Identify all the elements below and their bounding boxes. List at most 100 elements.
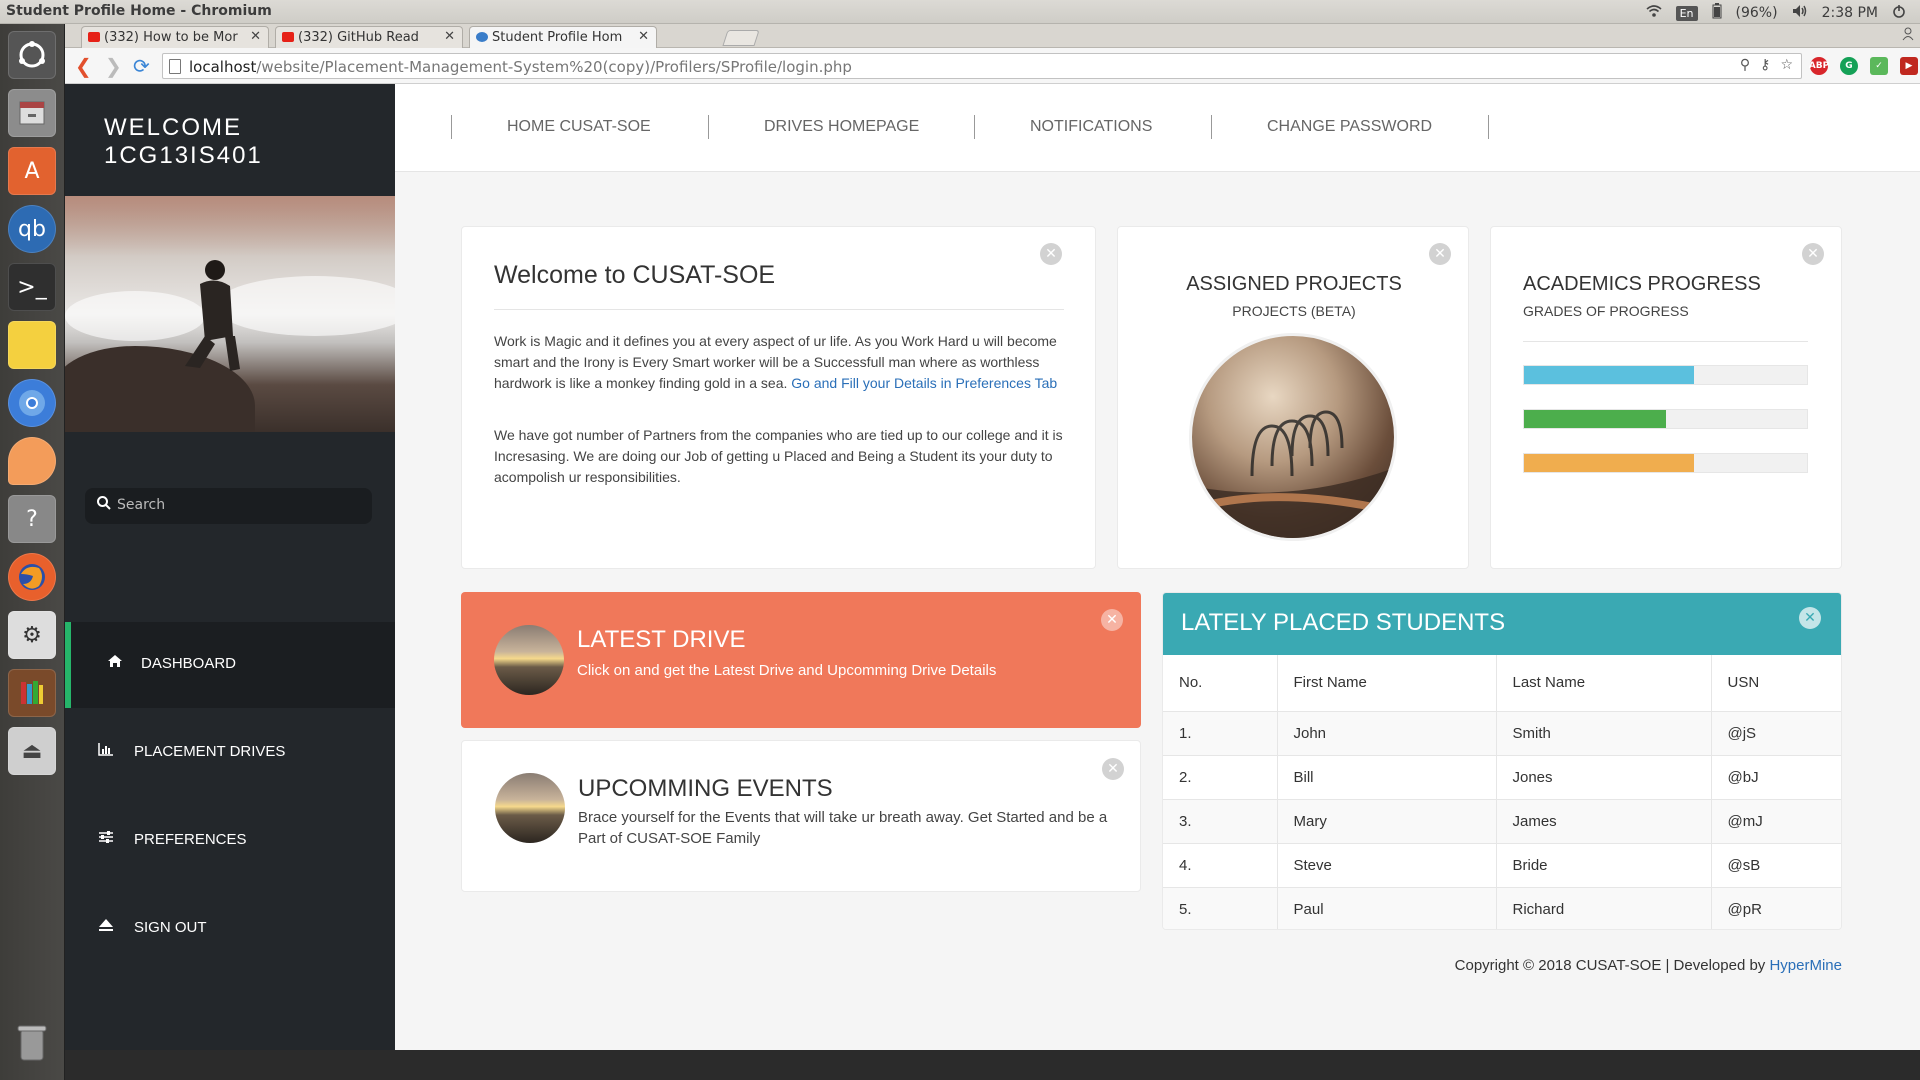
card-title: UPCOMMING EVENTS — [578, 775, 833, 802]
adblock-icon[interactable]: ABP — [1809, 57, 1829, 75]
progress-fill — [1524, 366, 1694, 384]
chromium-icon[interactable] — [8, 379, 56, 427]
extension-check-icon[interactable]: ✓ — [1870, 57, 1888, 75]
clock[interactable]: 2:38 PM — [1822, 5, 1878, 21]
progress-bar — [1523, 409, 1808, 429]
address-path: /website/Placement-Management-System%20(… — [256, 58, 852, 76]
profile-icon[interactable] — [1902, 27, 1914, 45]
close-card-icon[interactable]: ✕ — [1101, 609, 1123, 631]
browser-tab[interactable]: (332) GitHub Read ✕ — [275, 26, 463, 48]
wifi-icon[interactable] — [1646, 4, 1662, 22]
volume-icon[interactable] — [1792, 4, 1808, 22]
upcoming-events-card[interactable]: ✕ UPCOMMING EVENTS Brace yourself for th… — [461, 740, 1141, 892]
table-row: 3. Mary James @mJ — [1163, 799, 1841, 844]
table-cell: Richard — [1496, 887, 1712, 929]
user-usn: 1CG13IS401 — [104, 142, 263, 169]
terminal-icon[interactable]: >_ — [8, 263, 56, 311]
page-bottom-strip — [65, 1050, 1920, 1080]
address-host: localhost — [189, 58, 257, 76]
close-tab-icon[interactable]: ✕ — [638, 29, 649, 44]
close-tab-icon[interactable]: ✕ — [444, 29, 455, 44]
developer-link[interactable]: HyperMine — [1769, 957, 1842, 974]
omnibox-actions: ⚲ ⚷ ☆ — [1740, 57, 1793, 73]
search-input[interactable]: Search — [85, 488, 372, 524]
close-card-icon[interactable]: ✕ — [1799, 607, 1821, 629]
battery-icon[interactable] — [1712, 3, 1722, 23]
profile-cover-image — [65, 196, 395, 432]
drive-mount-icon[interactable]: ⏏ — [8, 727, 56, 775]
extension-video-icon[interactable]: ▶ — [1900, 57, 1918, 75]
sidebar-item-sign-out[interactable]: SIGN OUT — [65, 886, 395, 972]
sticky-notes-icon[interactable] — [8, 321, 56, 369]
help-icon[interactable]: ? — [8, 495, 56, 543]
browser-tab[interactable]: (332) How to be Mor ✕ — [81, 26, 269, 48]
home-icon — [107, 654, 123, 673]
footer-wrap: Copyright © 2018 CUSAT-SOE | Developed b… — [1162, 957, 1842, 979]
table-row: 1. John Smith @jS — [1163, 711, 1841, 756]
search-icon — [97, 496, 111, 514]
sidebar-item-label: SIGN OUT — [134, 919, 207, 936]
zoom-icon[interactable]: ⚲ — [1740, 57, 1750, 73]
project-image[interactable] — [1189, 333, 1397, 541]
placed-students-table: No. First Name Last Name USN 1. John Smi… — [1163, 655, 1841, 929]
nav-link-home[interactable]: HOME CUSAT-SOE — [507, 118, 651, 136]
sky-glow — [65, 196, 395, 256]
qbittorrent-icon[interactable]: qb — [8, 205, 56, 253]
ubuntu-dash-icon[interactable] — [8, 31, 56, 79]
tab-title: (332) How to be Mor — [104, 30, 238, 45]
close-tab-icon[interactable]: ✕ — [250, 29, 261, 44]
welcome-line: WELCOME — [104, 114, 243, 141]
bookshelf-icon[interactable] — [8, 669, 56, 717]
card-title: LATELY PLACED STUDENTS — [1181, 609, 1506, 636]
nav-link-change-password[interactable]: CHANGE PASSWORD — [1267, 118, 1432, 136]
nav-link-drives-homepage[interactable]: DRIVES HOMEPAGE — [764, 118, 919, 136]
nav-divider — [974, 115, 975, 139]
power-icon[interactable] — [1892, 4, 1906, 22]
progress-fill — [1524, 454, 1694, 472]
battery-percentage: (96%) — [1735, 5, 1778, 21]
new-tab-button[interactable] — [722, 30, 760, 46]
events-image — [495, 773, 565, 843]
close-card-icon[interactable]: ✕ — [1802, 243, 1824, 265]
table-cell: Bill — [1277, 755, 1497, 800]
preferences-link[interactable]: Go and Fill your Details in Preferences … — [791, 375, 1057, 391]
table-cell: Steve — [1277, 843, 1497, 888]
latest-drive-card[interactable]: ✕ LATEST DRIVE Click on and get the Late… — [461, 592, 1141, 728]
app-launcher: A qb >_ ? ⚙ ⏏ — [0, 24, 65, 1080]
table-cell: 4. — [1163, 843, 1278, 888]
progress-bar — [1523, 365, 1808, 385]
eject-icon — [98, 918, 114, 937]
close-card-icon[interactable]: ✕ — [1040, 243, 1062, 265]
sidebar-item-placement-drives[interactable]: PLACEMENT DRIVES — [65, 710, 395, 796]
column-header: No. — [1163, 655, 1278, 712]
close-card-icon[interactable]: ✕ — [1102, 758, 1124, 780]
shell-app-icon[interactable] — [8, 437, 56, 485]
table-cell: 5. — [1163, 887, 1278, 929]
browser-tab-active[interactable]: Student Profile Hom ✕ — [469, 26, 657, 48]
reload-icon[interactable]: ⟳ — [133, 56, 150, 76]
progress-bar — [1523, 453, 1808, 473]
key-icon[interactable]: ⚷ — [1760, 57, 1770, 73]
top-navigation: HOME CUSAT-SOE DRIVES HOMEPAGE NOTIFICAT… — [395, 84, 1920, 172]
sidebar-item-label: DASHBOARD — [141, 655, 237, 672]
software-center-icon[interactable]: A — [8, 147, 56, 195]
forward-icon[interactable]: ❯ — [105, 56, 122, 76]
site-favicon-icon — [476, 32, 488, 42]
nav-link-notifications[interactable]: NOTIFICATIONS — [1030, 118, 1152, 136]
system-settings-icon[interactable]: ⚙ — [8, 611, 56, 659]
table-row: 4. Steve Bride @sB — [1163, 843, 1841, 888]
files-icon[interactable] — [8, 89, 56, 137]
grammarly-icon[interactable]: G — [1840, 57, 1858, 75]
sidebar-item-preferences[interactable]: PREFERENCES — [65, 798, 395, 884]
firefox-icon[interactable] — [8, 553, 56, 601]
page-info-icon[interactable] — [169, 59, 181, 74]
sidebar-item-dashboard[interactable]: DASHBOARD — [65, 622, 395, 708]
keyboard-language-indicator[interactable]: En — [1675, 5, 1698, 21]
back-icon[interactable]: ❮ — [75, 56, 92, 76]
address-bar[interactable]: localhost/website/Placement-Management-S… — [162, 53, 1802, 79]
close-card-icon[interactable]: ✕ — [1429, 243, 1451, 265]
sliders-icon — [98, 830, 114, 849]
trash-icon[interactable] — [8, 1018, 56, 1066]
table-cell: Smith — [1496, 711, 1712, 756]
bookmark-star-icon[interactable]: ☆ — [1780, 57, 1793, 73]
